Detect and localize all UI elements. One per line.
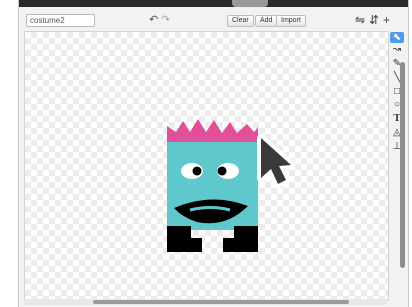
- window-top-strip: [19, 0, 408, 7]
- sprite-right-foot: [223, 238, 258, 252]
- vertical-scrollbar[interactable]: [400, 62, 405, 268]
- import-button[interactable]: Import: [276, 15, 306, 27]
- sprite-left-pupil: [192, 166, 202, 176]
- paint-editor: ↶ ↷ Clear Add Import ⇋ ⇵ +: [18, 0, 409, 307]
- costume-name-input[interactable]: [26, 14, 95, 27]
- redo-icon[interactable]: ↷: [161, 14, 170, 26]
- sprite-crown: [167, 119, 258, 142]
- reshape-tool[interactable]: ↝: [390, 44, 404, 55]
- flip-horizontal-icon[interactable]: ⇋: [355, 13, 365, 27]
- sprite-right-pupil: [217, 166, 227, 176]
- paint-toolbar: ↶ ↷ Clear Add Import ⇋ ⇵ +: [19, 12, 408, 30]
- sprite-left-foot: [167, 238, 202, 252]
- undo-icon[interactable]: ↶: [149, 14, 158, 26]
- set-center-icon[interactable]: +: [383, 13, 390, 27]
- cursor-arrow-icon: [257, 134, 295, 188]
- select-tool[interactable]: ⬉: [390, 32, 404, 43]
- sprite-drawing: [167, 119, 295, 252]
- add-button[interactable]: Add: [255, 15, 278, 27]
- horizontal-scrollbar[interactable]: [24, 299, 387, 305]
- flip-vertical-icon[interactable]: ⇵: [369, 13, 379, 27]
- top-tab-handle: [232, 0, 268, 7]
- clear-button[interactable]: Clear: [227, 15, 254, 27]
- horizontal-scroll-thumb[interactable]: [93, 300, 349, 304]
- paint-canvas[interactable]: [24, 31, 389, 301]
